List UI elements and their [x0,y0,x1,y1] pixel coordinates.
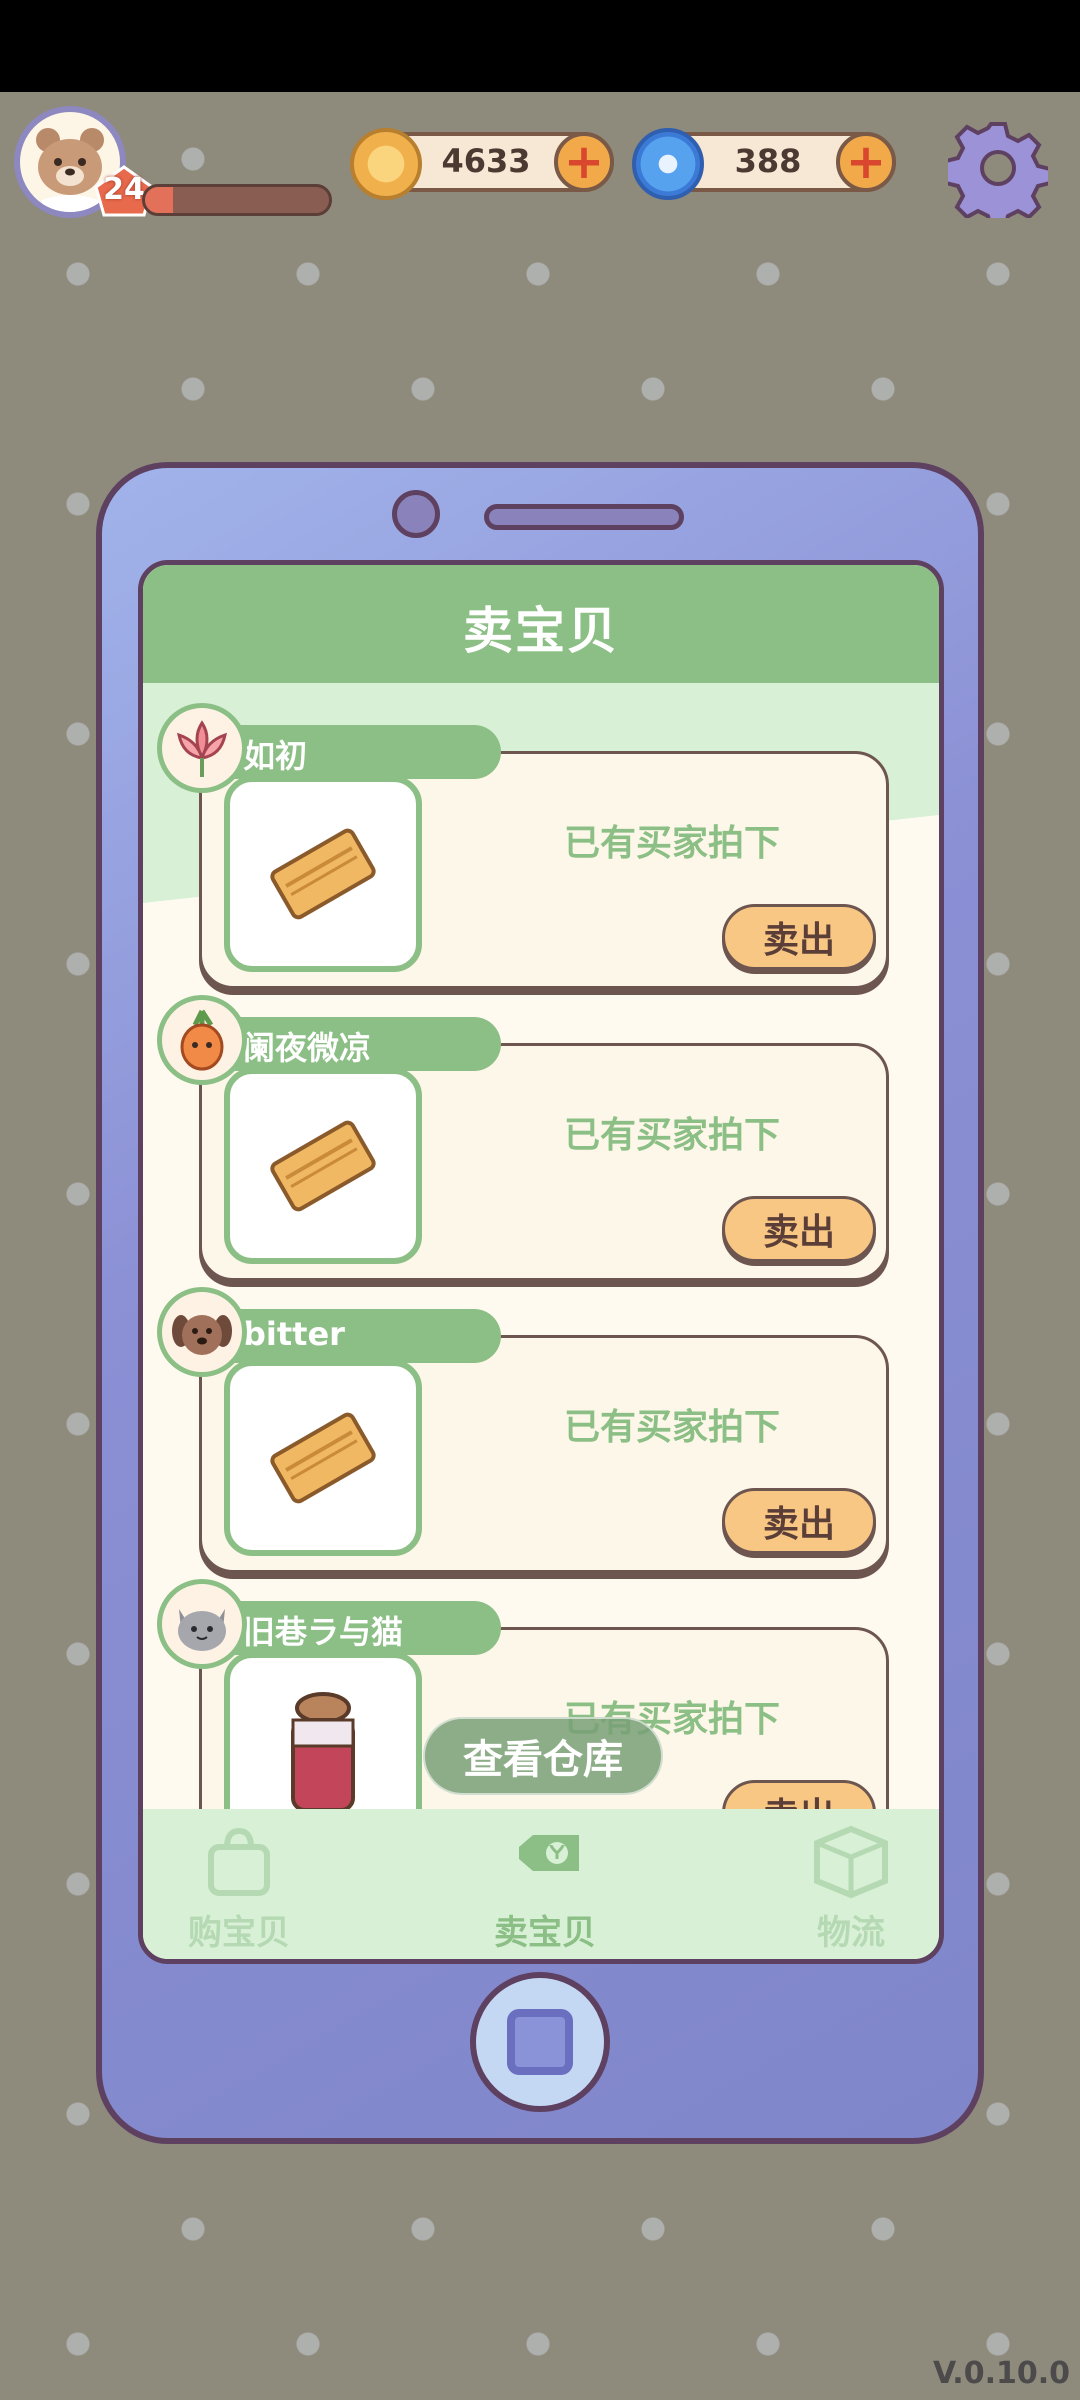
seller-name: 旧巷ラ与猫 [243,1613,404,1651]
listing-status: 已有买家拍下 [563,823,780,864]
seller-name: 如初 [243,737,308,775]
coin-icon [350,128,422,200]
item-slot[interactable] [224,776,422,972]
dog-icon [172,1315,232,1355]
gems-counter: 388 + [632,128,896,200]
listing-card: 已有买家拍下 卖出 [199,1043,889,1281]
cat-icon [178,1609,226,1651]
coins-counter: 4633 + [350,128,614,200]
sell-button[interactable]: 卖出 [722,1488,876,1554]
shopping-bag-icon [208,1827,270,1896]
home-square-icon [507,2009,573,2075]
tab-sell[interactable]: 卖宝贝 [465,1819,625,1953]
tab-logistics-label: 物流 [817,1913,885,1953]
carrot-icon [180,1009,224,1071]
coins-value: 4633 [441,142,531,180]
seller-avatar[interactable] [157,1287,247,1377]
phone-camera [392,490,440,538]
seller-avatar[interactable] [157,703,247,793]
seller-name: bitter [243,1315,345,1353]
item-slot[interactable] [224,1068,422,1264]
page-title: 卖宝贝 [463,602,619,660]
status-bar-area [0,0,1080,92]
sell-button[interactable]: 卖出 [722,904,876,970]
box-icon [814,1825,888,1899]
wrapped-parcel-icon [270,1412,376,1504]
tab-logistics[interactable]: 物流 [771,1819,931,1953]
bottom-tab-bar: 购宝贝 卖宝贝 物流 [143,1809,939,1959]
seller-name: 阑夜微凉 [243,1029,372,1067]
tab-sell-label: 卖宝贝 [494,1913,596,1953]
gear-icon[interactable] [948,118,1048,218]
phone-home-button[interactable] [470,1972,610,2112]
listing-status: 已有买家拍下 [563,1115,780,1156]
wrapped-parcel-icon [270,1120,376,1212]
list-item: 已有买家拍下 卖出 bitter [143,1287,939,1579]
seller-avatar[interactable] [157,995,247,1085]
phone-speaker [484,504,684,530]
tab-buy-label: 购宝贝 [188,1913,290,1953]
listing-list[interactable]: 已有买家拍下 卖出 如初 已有买家拍下 卖出 阑夜微凉 已有买家拍下 卖出 bi… [143,703,939,1865]
listing-status: 已有买家拍下 [563,1407,780,1448]
seller-avatar[interactable] [157,1579,247,1669]
list-item: 已有买家拍下 卖出 阑夜微凉 [143,995,939,1287]
tab-buy[interactable]: 购宝贝 [159,1819,319,1953]
wrapped-parcel-icon [270,828,376,920]
jam-jar-icon [291,1692,355,1812]
gems-value: 388 [734,142,802,180]
swirl-gem-icon [632,128,704,200]
item-slot[interactable] [224,1360,422,1556]
xp-progress-bar [142,184,332,216]
version-label: V.0.10.0 [932,2356,1070,2391]
phone-screen: 卖宝贝 已有买家拍下 卖出 如初 已有买家拍下 卖出 阑夜微凉 已有买家拍下 卖… [138,560,944,1964]
lotus-icon [177,720,227,777]
add-gems-button[interactable]: + [836,132,896,192]
screen-header: 卖宝贝 [143,565,939,683]
xp-progress-fill [145,187,173,213]
list-item: 已有买家拍下 卖出 如初 [143,703,939,995]
add-coins-button[interactable]: + [554,132,614,192]
sell-button[interactable]: 卖出 [722,1196,876,1262]
price-tag-icon [519,1835,579,1871]
view-warehouse-button[interactable]: 查看仓库 [423,1717,663,1795]
listing-card: 已有买家拍下 卖出 [199,751,889,989]
listing-card: 已有买家拍下 卖出 [199,1335,889,1573]
